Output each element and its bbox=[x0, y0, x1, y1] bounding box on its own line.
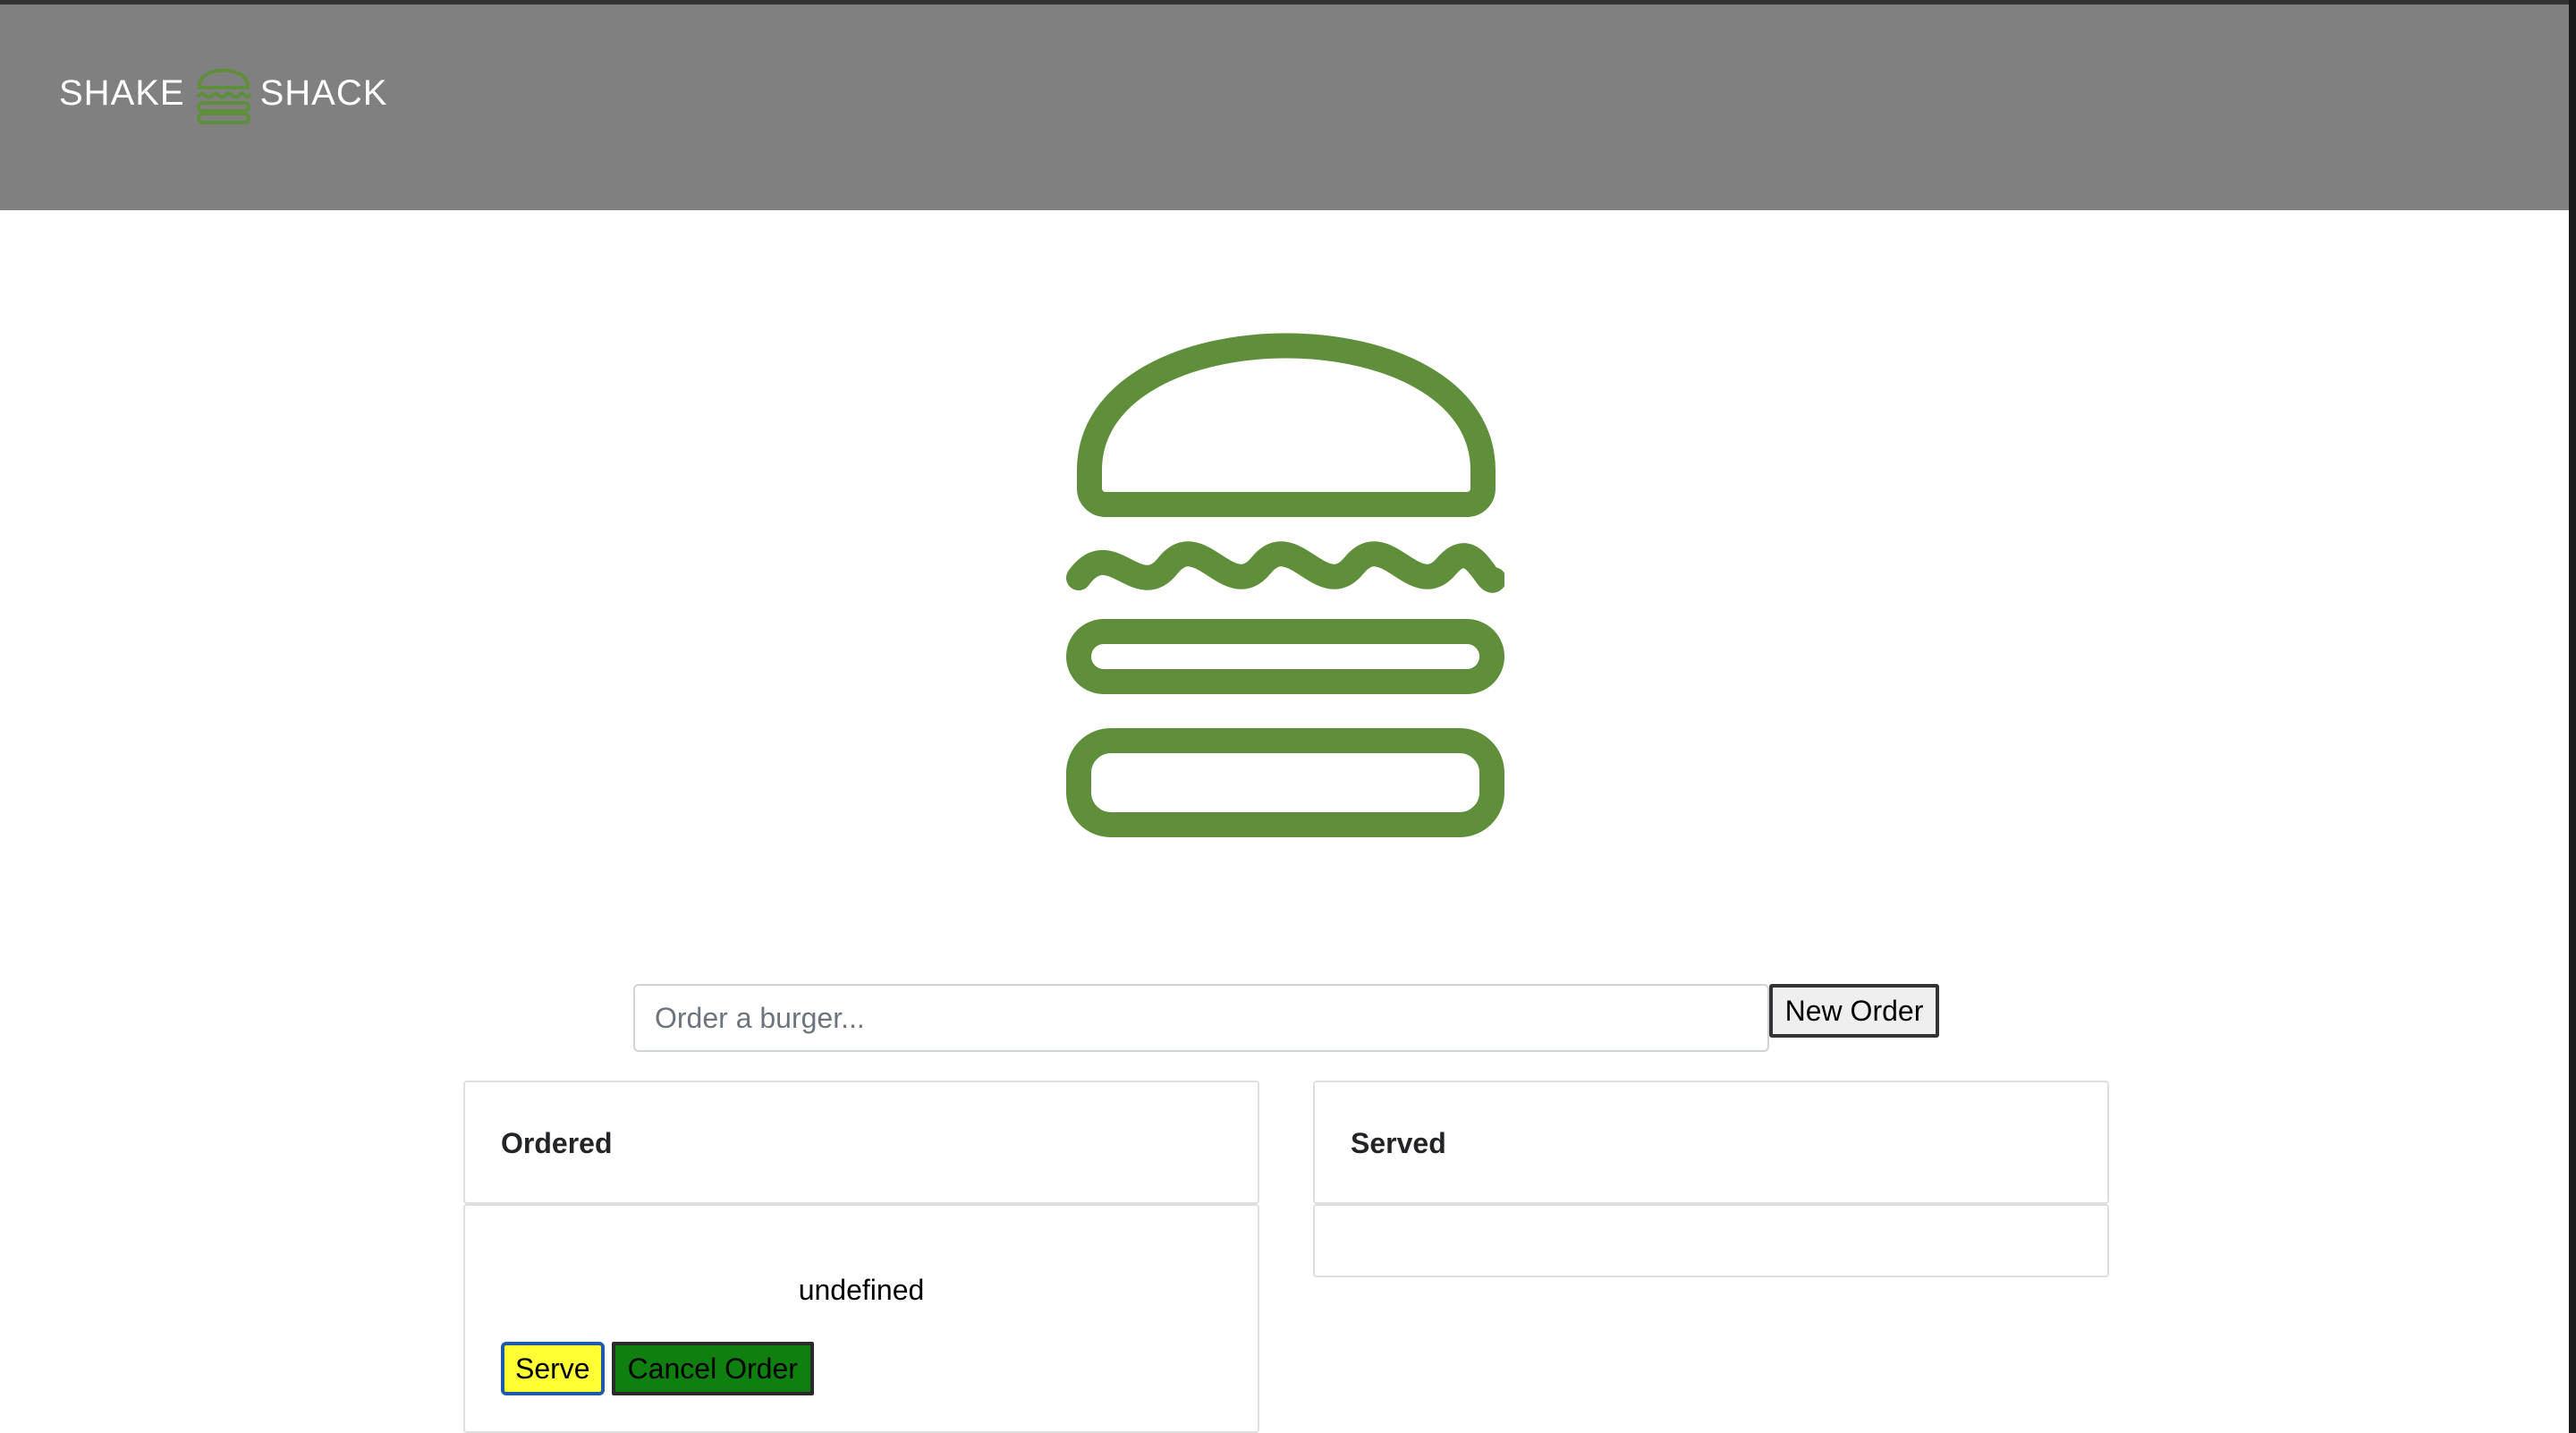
served-items-container bbox=[1313, 1204, 2109, 1277]
app-page: SHAKE SHACK New Order Ordered Served und… bbox=[0, 0, 2576, 1433]
cancel-order-button[interactable]: Cancel Order bbox=[611, 1342, 814, 1395]
served-column-header: Served bbox=[1313, 1081, 2109, 1204]
ordered-item-name: undefined bbox=[798, 1274, 925, 1306]
burger-icon bbox=[1066, 333, 1504, 837]
ordered-title: Ordered bbox=[501, 1127, 613, 1159]
ordered-item-card: undefined Serve Cancel Order bbox=[463, 1204, 1259, 1433]
shake-shack-logo[interactable]: SHAKE SHACK bbox=[59, 56, 387, 130]
logo-left-word: SHAKE bbox=[59, 72, 185, 113]
ordered-column-header: Ordered bbox=[463, 1081, 1259, 1204]
served-title: Served bbox=[1351, 1127, 1446, 1159]
ordered-item-actions: Serve Cancel Order bbox=[501, 1342, 814, 1395]
order-form: New Order bbox=[633, 984, 1939, 1052]
top-header: SHAKE SHACK bbox=[0, 0, 2569, 210]
burger-logo-icon bbox=[196, 68, 251, 124]
order-input[interactable] bbox=[633, 984, 1769, 1052]
new-order-button[interactable]: New Order bbox=[1769, 984, 1939, 1038]
window-edge bbox=[2569, 0, 2576, 1433]
serve-button[interactable]: Serve bbox=[501, 1342, 605, 1395]
logo-right-word: SHACK bbox=[259, 72, 388, 113]
